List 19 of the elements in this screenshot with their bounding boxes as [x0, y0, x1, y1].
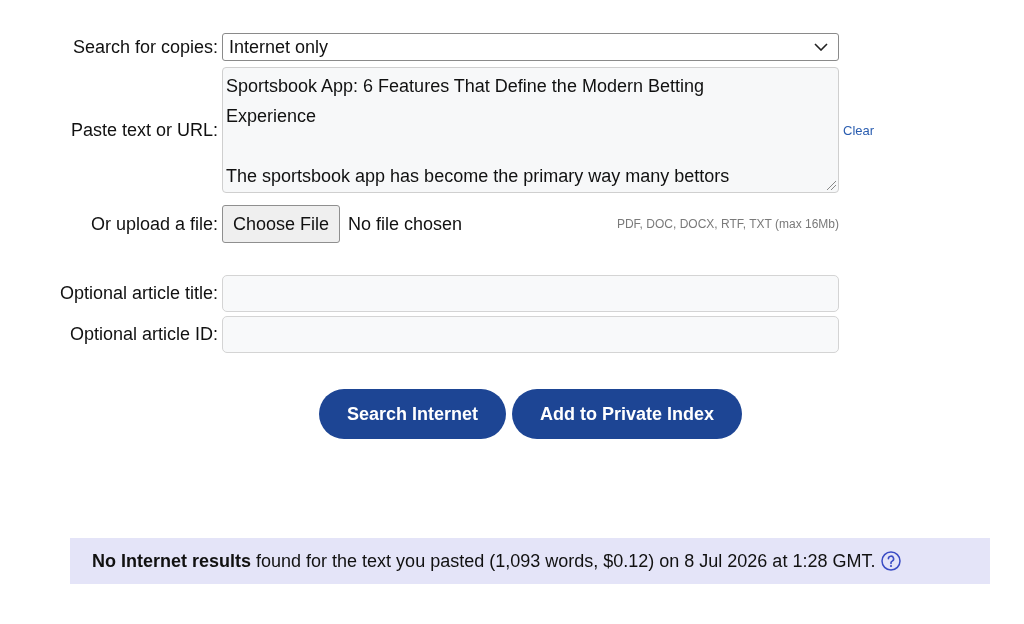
result-message: No Internet results found for the text you pasted (1,093 words, $0.12) on 8 Jul 2026 at 1:28 GMT.: [92, 550, 876, 572]
help-icon[interactable]: [881, 551, 902, 571]
action-button[interactable]: Search Internet: [318, 389, 506, 439]
field-label: Optional article title:: [59, 283, 218, 304]
field-label: Paste text or URL:: [70, 119, 218, 141]
copies-select[interactable]: Internet only: [222, 33, 839, 61]
clear-link[interactable]: Clear: [843, 122, 875, 138]
choose-file-button[interactable]: Choose File: [222, 205, 341, 243]
file-types-hint: PDF, DOC, DOCX, RTF, TXT (max 16Mb): [616, 217, 839, 231]
text-area[interactable]: Sportsbook App: 6 Features That Define the Modern Betting Experience The sportsbook app has become the primary way many bettors: [222, 67, 839, 193]
chevron-icon: [814, 43, 828, 51]
input-field[interactable]: [222, 275, 839, 312]
field-label: Search for copies:: [72, 36, 218, 58]
action-button[interactable]: Add to Private Index: [512, 389, 743, 439]
file-status: No file chosen: [348, 213, 463, 235]
resize-grip-icon[interactable]: [826, 180, 836, 190]
field-label: Or upload a file:: [90, 213, 218, 235]
input-field[interactable]: [222, 316, 839, 353]
field-label: Optional article ID:: [69, 324, 218, 345]
